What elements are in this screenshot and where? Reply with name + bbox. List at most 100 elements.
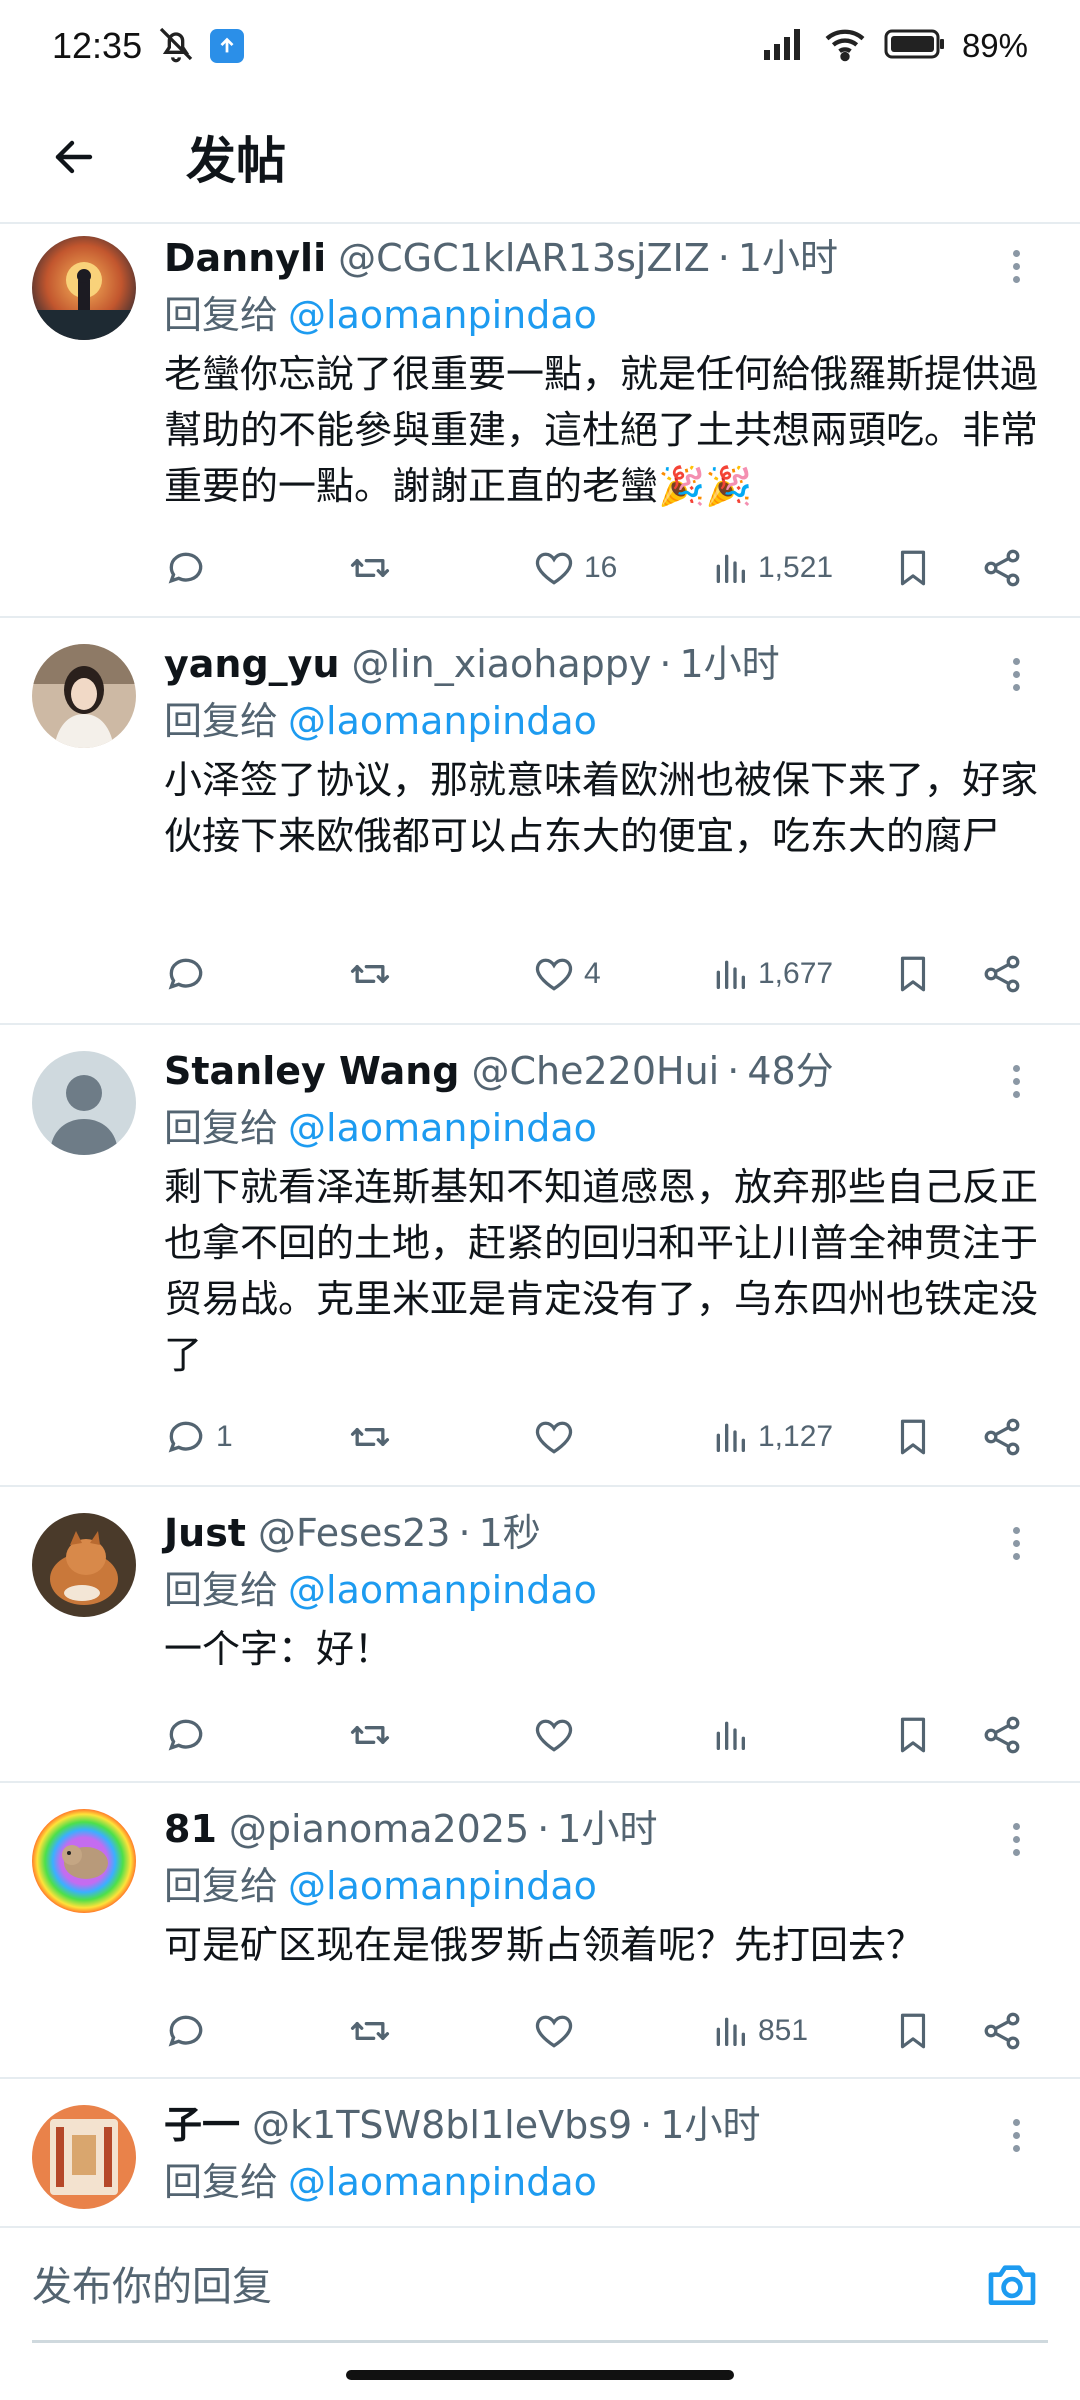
reply-button[interactable]	[164, 944, 216, 1004]
reply-input-underline	[32, 2340, 1048, 2343]
views-button[interactable]	[710, 1705, 758, 1765]
views-button[interactable]: 851	[710, 2001, 808, 2061]
reply-to-mention[interactable]: @laomanpindao	[288, 1106, 597, 1150]
tweet-text: 剩下就看泽连斯基知不知道感恩，放弃那些自己反正也拿不回的土地，赶紧的回归和平让川…	[164, 1165, 1039, 1377]
bar-chart-icon	[716, 1721, 745, 1750]
reply-feed[interactable]: Dannyli @CGC1klAR13sjZIZ · 1小时 回复给 @laoma…	[0, 226, 1080, 2226]
author-handle[interactable]: @CGC1klAR13sjZIZ	[338, 230, 710, 286]
author-name[interactable]: yang_yu	[164, 636, 340, 692]
timestamp: 1小时	[679, 642, 780, 686]
bookmark-icon	[900, 1419, 926, 1455]
share-button[interactable]	[980, 944, 1024, 1004]
reply-to-mention[interactable]: @laomanpindao	[288, 2160, 597, 2204]
timestamp: 1秒	[478, 1511, 541, 1555]
retweet-button[interactable]	[346, 1705, 402, 1765]
retweet-button[interactable]	[346, 944, 402, 1004]
views-button[interactable]: 1,677	[710, 944, 833, 1004]
view-count: 1,521	[758, 551, 834, 584]
avatar[interactable]	[32, 236, 136, 340]
tweet[interactable]: 81 @pianoma2025 · 1小时 回复给 @laomanpindao 可…	[0, 1783, 1080, 2079]
bookmark-button[interactable]	[892, 538, 934, 598]
author-handle[interactable]: @Che220Hui	[471, 1043, 719, 1099]
reply-to-line: 回复给 @laomanpindao	[164, 286, 1040, 344]
reply-button[interactable]	[164, 1705, 216, 1765]
reply-to-mention[interactable]: @laomanpindao	[288, 1864, 597, 1908]
like-button[interactable]: 4	[532, 944, 601, 1004]
share-icon	[984, 549, 1020, 587]
avatar[interactable]	[32, 1513, 136, 1617]
like-button[interactable]: 16	[532, 538, 617, 598]
camera-icon	[988, 2265, 1036, 2305]
tweet[interactable]: yang_yu @lin_xiaohappy · 1小时 回复给 @laomanp…	[0, 618, 1080, 1025]
views-button[interactable]: 1,127	[710, 1407, 833, 1467]
heart-icon	[535, 958, 573, 991]
reply-to-label: 回复给	[164, 2160, 279, 2204]
tweet[interactable]: Dannyli @CGC1klAR13sjZIZ · 1小时 回复给 @laoma…	[0, 226, 1080, 618]
bar-chart-icon	[716, 2017, 745, 2046]
retweet-button[interactable]	[346, 1407, 402, 1467]
tweet-actions	[164, 1705, 1044, 1765]
bookmark-button[interactable]	[892, 944, 934, 1004]
author-name[interactable]: Dannyli	[164, 230, 326, 286]
bookmark-button[interactable]	[892, 1407, 934, 1467]
reply-composer	[0, 2226, 1080, 2346]
reply-to-line: 回复给 @laomanpindao	[164, 1561, 1040, 1619]
reply-to-mention[interactable]: @laomanpindao	[288, 293, 597, 337]
reply-to-label: 回复给	[164, 1568, 279, 1612]
avatar[interactable]	[32, 644, 136, 748]
back-button[interactable]	[34, 117, 114, 197]
upload-notification-icon	[210, 29, 245, 63]
author-name[interactable]: Stanley Wang	[164, 1043, 459, 1099]
separator-dot: ·	[727, 1049, 740, 1093]
author-handle[interactable]: @Feses23	[258, 1505, 451, 1561]
views-button[interactable]: 1,521	[710, 538, 833, 598]
retweet-icon	[350, 965, 390, 983]
reply-button[interactable]: 1	[164, 1407, 233, 1467]
avatar[interactable]	[32, 1809, 136, 1913]
like-button[interactable]	[532, 1705, 584, 1765]
reply-to-mention[interactable]: @laomanpindao	[288, 1568, 597, 1612]
heart-icon	[535, 552, 573, 585]
separator-dot: ·	[717, 236, 730, 280]
page-title: 发帖	[186, 132, 286, 190]
avatar[interactable]	[32, 1051, 136, 1155]
reply-to-mention[interactable]: @laomanpindao	[288, 699, 597, 743]
author-handle[interactable]: @pianoma2025	[229, 1801, 529, 1857]
retweet-button[interactable]	[346, 538, 402, 598]
reply-button[interactable]	[164, 538, 216, 598]
reply-count: 1	[216, 1420, 233, 1453]
retweet-icon	[350, 2022, 390, 2040]
share-button[interactable]	[980, 1705, 1024, 1765]
camera-button[interactable]	[980, 2252, 1044, 2316]
author-handle[interactable]: @k1TSW8bl1leVbs9	[252, 2097, 632, 2153]
author-name[interactable]: 81	[164, 1801, 217, 1857]
reply-button[interactable]	[164, 2001, 216, 2061]
wifi-icon	[822, 26, 868, 66]
status-time: 12:35	[52, 25, 143, 66]
author-name[interactable]: 子一	[164, 2097, 240, 2153]
like-button[interactable]	[532, 1407, 584, 1467]
bar-chart-icon	[716, 960, 745, 989]
reply-icon	[168, 1719, 203, 1751]
retweet-button[interactable]	[346, 2001, 402, 2061]
share-button[interactable]	[980, 1407, 1024, 1467]
share-icon	[984, 1418, 1020, 1456]
share-button[interactable]	[980, 538, 1024, 598]
author-handle[interactable]: @lin_xiaohappy	[352, 636, 652, 692]
timestamp: 48分	[747, 1049, 834, 1093]
avatar[interactable]	[32, 2105, 136, 2209]
tweet-text: 一个字：好！	[164, 1627, 393, 1671]
tweet[interactable]: Stanley Wang @Che220Hui · 48分 回复给 @laoman…	[0, 1025, 1080, 1487]
heart-icon	[535, 2015, 573, 2048]
home-indicator[interactable]	[346, 2370, 734, 2380]
share-icon	[984, 955, 1020, 993]
share-button[interactable]	[980, 2001, 1024, 2061]
like-button[interactable]	[532, 2001, 584, 2061]
tweet[interactable]: Just @Feses23 · 1秒 回复给 @laomanpindao 一个字：…	[0, 1487, 1080, 1783]
reply-input[interactable]	[32, 2248, 952, 2326]
bookmark-button[interactable]	[892, 2001, 934, 2061]
bookmark-button[interactable]	[892, 1705, 934, 1765]
tweet[interactable]: 子一 @k1TSW8bl1leVbs9 · 1小时 回复给 @laomanpind…	[0, 2079, 1080, 2226]
author-name[interactable]: Just	[164, 1505, 246, 1561]
bar-chart-icon	[716, 1423, 745, 1452]
